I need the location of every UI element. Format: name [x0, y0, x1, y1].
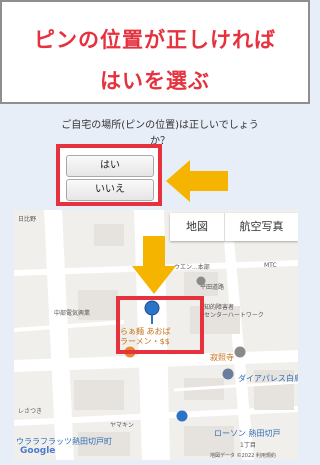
place-label: 中部電気興業: [54, 310, 91, 317]
banner-line-2: はいを選ぶ: [100, 69, 210, 93]
no-button[interactable]: いいえ: [66, 179, 154, 201]
place-marker-icon: [222, 368, 234, 380]
place-marker-icon: [234, 346, 246, 358]
instruction-banner: ピンの位置が正しければ はいを選ぶ: [0, 0, 310, 104]
place-marker-icon: [176, 410, 188, 422]
place-label: センターハートワーク: [204, 312, 264, 319]
place-label: ヤマキン: [110, 422, 134, 429]
google-logo: Google: [20, 446, 56, 456]
store-label: ローソン 熱田切戸: [214, 429, 281, 438]
temple-label: 寂照寺: [210, 353, 234, 362]
place-label: 日比野: [18, 216, 37, 223]
answer-button-highlight: はい いいえ: [56, 144, 162, 206]
banner-line-1: ピンの位置が正しければ: [34, 28, 276, 52]
place-marker-icon: [196, 276, 206, 286]
map-attribution[interactable]: 地図データ ©2022 利用規約: [210, 452, 276, 459]
place-label: 1丁目: [240, 442, 256, 449]
building-label: ダイアパレス白鳥: [238, 374, 298, 383]
down-arrow-icon: [132, 236, 176, 294]
pin-highlight: [116, 296, 204, 354]
place-label: ウエン...本部: [174, 264, 210, 271]
tab-map[interactable]: 地図: [170, 213, 225, 241]
yes-button[interactable]: はい: [66, 155, 154, 177]
tab-satellite[interactable]: 航空写真: [225, 213, 298, 241]
left-arrow-icon: [166, 160, 228, 202]
place-label: MTC: [264, 262, 277, 269]
map-type-tabs: 地図 航空写真: [170, 213, 298, 241]
place-label: レさつき: [18, 408, 43, 415]
